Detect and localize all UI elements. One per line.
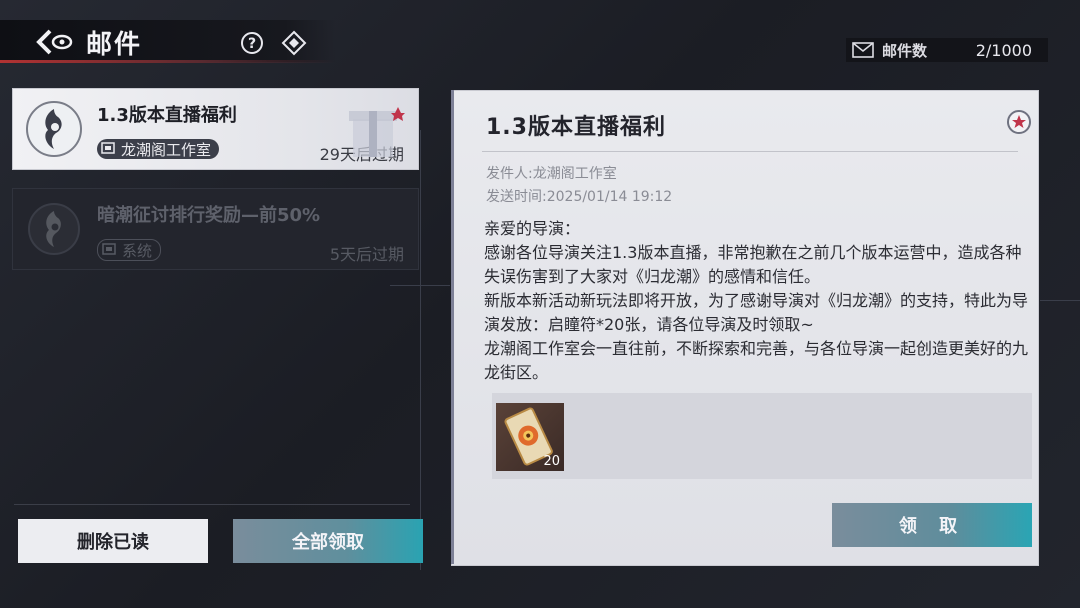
divider xyxy=(14,504,410,505)
sender-tag: 系统 xyxy=(97,239,162,261)
system-avatar-icon xyxy=(28,203,80,255)
reward-area xyxy=(492,393,1032,479)
body-paragraph: 新版本新活动新玩法即将开放，为了感谢导演对《归龙潮》的支持，特此为导演发放：启瞳… xyxy=(484,291,1029,334)
star-badge-icon xyxy=(1007,110,1031,134)
question-circle-icon[interactable]: ? xyxy=(240,31,264,55)
svg-text:?: ? xyxy=(248,36,256,52)
header-accent-line xyxy=(0,60,335,63)
sender-name: 系统 xyxy=(122,241,153,260)
mail-list-item[interactable]: 1.3版本直播福利 龙潮阁工作室 29天后过期 xyxy=(12,88,419,170)
body-paragraph: 亲爱的导演： xyxy=(484,219,581,238)
mail-count-box: 邮件数 2/1000 xyxy=(846,38,1048,62)
reward-quantity: 20 xyxy=(543,454,560,469)
claim-button[interactable]: 领 取 xyxy=(832,503,1032,547)
gift-icon xyxy=(349,107,405,157)
mail-title: 1.3版本直播福利 xyxy=(97,105,237,126)
mail-count-label: 邮件数 xyxy=(882,41,928,60)
delete-read-button[interactable]: 删除已读 xyxy=(18,519,208,563)
body-paragraph: 感谢各位导演关注1.3版本直播，非常抱歉在之前几个版本运营中，造成各种失误伤害到… xyxy=(484,243,1022,286)
expire-text: 5天后过期 xyxy=(329,245,404,264)
sender-tag: 龙潮阁工作室 xyxy=(97,139,220,159)
sender-name: 龙潮阁工作室 xyxy=(121,140,212,159)
claim-all-button[interactable]: 全部领取 xyxy=(233,519,423,563)
studio-icon xyxy=(101,142,115,154)
mail-body: 亲爱的导演： 感谢各位导演关注1.3版本直播，非常抱歉在之前几个版本运营中，造成… xyxy=(484,217,1032,385)
title-divider xyxy=(482,151,1018,152)
envelope-icon xyxy=(852,42,874,58)
reward-item[interactable]: 20 xyxy=(496,403,564,471)
bg-deco-line xyxy=(390,285,450,286)
system-icon xyxy=(102,243,116,255)
bg-deco-line xyxy=(1040,300,1080,301)
back-arrow-icon[interactable] xyxy=(36,28,74,56)
page-title: 邮件 xyxy=(86,30,143,60)
mail-count-value: 2/1000 xyxy=(975,40,1032,60)
panel-accent-stripe xyxy=(451,90,454,564)
detail-title: 1.3版本直播福利 xyxy=(486,115,666,140)
sender-avatar-icon xyxy=(26,101,82,157)
sender-line: 发件人:龙潮阁工作室 xyxy=(486,166,617,182)
body-paragraph: 龙潮阁工作室会一直往前，不断探索和完善，与各位导演一起创造更美好的九龙街区。 xyxy=(484,339,1029,382)
mail-detail-panel: 1.3版本直播福利 发件人:龙潮阁工作室 发送时间:2025/01/14 19:… xyxy=(451,90,1039,566)
bg-divider xyxy=(420,130,421,570)
diamond-icon[interactable] xyxy=(281,30,307,56)
mail-title: 暗潮征讨排行奖励—前50% xyxy=(97,205,321,226)
send-time-line: 发送时间:2025/01/14 19:12 xyxy=(486,189,673,205)
mail-list-item[interactable]: 暗潮征讨排行奖励—前50% 系统 5天后过期 xyxy=(12,188,419,270)
